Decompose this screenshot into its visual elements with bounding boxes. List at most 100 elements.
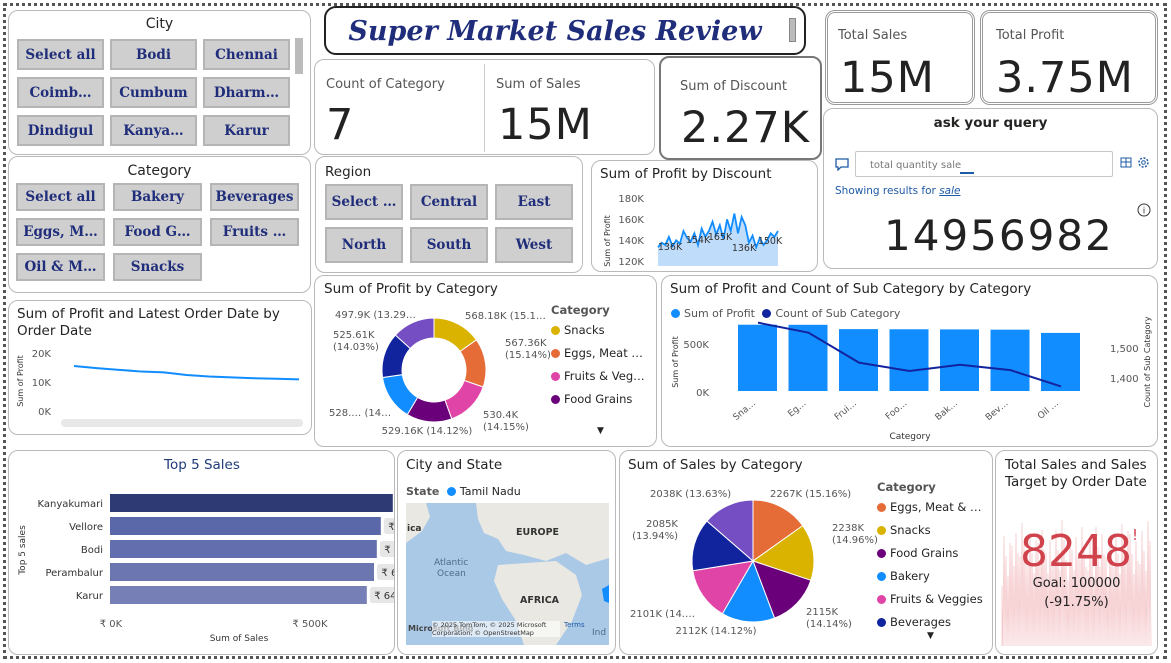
city-option[interactable]: Coimb… bbox=[17, 77, 104, 108]
y-tick-label: 10K bbox=[32, 378, 52, 389]
table-icon[interactable] bbox=[1120, 157, 1133, 169]
region-option[interactable]: Central bbox=[410, 184, 488, 220]
sales-by-category-legend-title: Category bbox=[877, 480, 936, 494]
x-tick-label: Oil … bbox=[1036, 399, 1061, 422]
city-option[interactable]: Kanya… bbox=[110, 115, 197, 146]
profit-category-data-label: (15.14%) bbox=[505, 350, 551, 361]
sales-bar bbox=[110, 494, 393, 512]
city-option[interactable]: Select all bbox=[17, 39, 104, 70]
profit-subcategory-visual: Sum of Profit and Count of Sub Category … bbox=[661, 275, 1158, 447]
category-option[interactable]: Eggs, M… bbox=[16, 218, 105, 246]
count-of-category-label: Count of Category bbox=[326, 77, 445, 92]
top5-sales-chart: Kanyakumari₹ 707KVellore₹ 677KBodi₹ 667K… bbox=[18, 494, 395, 644]
profit-category-legend-item[interactable]: Food Grains bbox=[551, 392, 632, 406]
city-option[interactable]: Bodi bbox=[110, 39, 197, 70]
category-slicer: Category Select all Bakery Beverages Eggs, … bbox=[8, 156, 311, 293]
sales-category-data-label: 2238K bbox=[832, 523, 864, 534]
data-label: ₹ 667K bbox=[384, 545, 395, 556]
x-tick-label: Eg… bbox=[786, 399, 808, 420]
map-label-ocean: Ocean bbox=[437, 569, 466, 579]
data-label: 165K bbox=[708, 232, 733, 243]
profit-category-legend-item[interactable]: Eggs, Meat … bbox=[551, 346, 643, 360]
region-option[interactable]: Select … bbox=[325, 184, 403, 220]
y-tick-label: 500K bbox=[683, 340, 709, 351]
region-option[interactable]: West bbox=[495, 227, 573, 263]
profit-bar bbox=[889, 329, 929, 391]
y-tick-label: Kanyakumari bbox=[38, 499, 103, 510]
category-option[interactable]: Select all bbox=[16, 183, 105, 211]
map-legend-label: State bbox=[406, 485, 440, 498]
profit-subcategory-chart: 500K 0K 1,500 1,400 Sum of Profit Count of Su… bbox=[671, 316, 1152, 442]
sales-category-legend-item[interactable]: Bakery bbox=[877, 569, 930, 583]
region-option[interactable]: North bbox=[325, 227, 403, 263]
sales-category-legend-item[interactable]: Snacks bbox=[877, 523, 931, 537]
category-option[interactable]: Snacks bbox=[113, 253, 202, 281]
sales-category-data-label: (13.94%) bbox=[632, 531, 678, 542]
profit-category-data-label: 497.9K (13.29… bbox=[335, 310, 416, 321]
sales-category-legend-item[interactable]: Fruits & Veggies bbox=[877, 592, 983, 606]
data-label: 150K bbox=[758, 236, 783, 247]
sales-category-data-label: 2267K (15.16%) bbox=[770, 489, 851, 500]
region-option[interactable]: South bbox=[410, 227, 488, 263]
profit-category-data-label: 525.61K bbox=[333, 330, 375, 341]
showing-results-term[interactable]: sale bbox=[939, 185, 960, 197]
chat-icon[interactable] bbox=[835, 158, 849, 171]
x-tick-label: Bak… bbox=[934, 399, 960, 423]
map-label-america: ica bbox=[407, 524, 422, 534]
y-axis-label: Sum of Profit bbox=[671, 336, 680, 388]
city-state-map-visual: City and State State Tamil Nadu ica EURO… bbox=[397, 450, 616, 655]
category-option[interactable]: Bakery bbox=[113, 183, 202, 211]
gear-icon[interactable] bbox=[1137, 156, 1150, 169]
city-option[interactable]: Karur bbox=[203, 115, 290, 146]
sales-category-legend-item[interactable]: Eggs, Meat & … bbox=[877, 500, 982, 514]
map-title: City and State bbox=[406, 457, 503, 473]
report-title: Super Market Sales Review bbox=[348, 16, 762, 47]
map-terms-link[interactable]: Terms bbox=[564, 621, 585, 629]
card-divider bbox=[484, 64, 485, 152]
slice-2 bbox=[444, 379, 484, 420]
query-input[interactable]: total quantity sale bbox=[855, 151, 1113, 177]
city-scrollbar[interactable] bbox=[295, 38, 303, 74]
data-label: 136K bbox=[658, 242, 683, 253]
city-option[interactable]: Dharm… bbox=[203, 77, 290, 108]
title-scrollbar[interactable] bbox=[789, 18, 796, 42]
sum-of-discount-value: 2.27K bbox=[681, 103, 810, 153]
query-input-text: total quantity sale bbox=[870, 160, 962, 171]
y2-tick-label: 1,400 bbox=[1110, 374, 1139, 385]
sales-category-data-label: 2101K (14.… bbox=[630, 609, 695, 620]
category-option[interactable]: Beverages bbox=[210, 183, 299, 211]
sales-target-pct: (-91.75%) bbox=[1044, 595, 1109, 610]
sales-category-data-label: 2112K (14.12%) bbox=[675, 626, 756, 637]
map-legend-item: Tamil Nadu bbox=[459, 485, 521, 498]
y-axis-label: Sum of Profit bbox=[16, 355, 25, 407]
city-option[interactable]: Chennai bbox=[203, 39, 290, 70]
region-slicer-title: Region bbox=[325, 164, 372, 180]
showing-results: Showing results for sale bbox=[835, 185, 961, 197]
x-tick-label: Sna… bbox=[732, 399, 758, 423]
legend-more-icon[interactable]: ▼ bbox=[597, 426, 604, 436]
order-date-scrollbar[interactable] bbox=[61, 419, 303, 427]
city-option[interactable]: Dindigul bbox=[17, 115, 104, 146]
x-axis-label: Category bbox=[889, 432, 931, 442]
region-option[interactable]: East bbox=[495, 184, 573, 220]
y-tick-label: Bodi bbox=[81, 545, 103, 556]
profit-category-legend-item[interactable]: Fruits & Veg… bbox=[551, 369, 645, 383]
query-underline bbox=[960, 172, 974, 174]
sales-category-data-label: (14.14%) bbox=[806, 619, 852, 630]
sales-category-legend-item[interactable]: Food Grains bbox=[877, 546, 958, 560]
category-option[interactable]: Fruits … bbox=[210, 218, 299, 246]
profit-category-data-label: 528.… (14… bbox=[329, 408, 391, 419]
profit-category-data-label: 529.16K (14.12%) bbox=[382, 426, 473, 437]
map-label-indian-ocean: Ind bbox=[592, 628, 606, 638]
city-option[interactable]: Cumbum bbox=[110, 77, 197, 108]
region-slicer: Region Select … Central East North South West bbox=[315, 156, 583, 273]
map-label-atlantic: Atlantic bbox=[434, 558, 468, 568]
category-option[interactable]: Food G… bbox=[113, 218, 202, 246]
info-icon[interactable]: i bbox=[1137, 203, 1151, 217]
sales-category-legend-item[interactable]: Beverages bbox=[877, 615, 951, 629]
legend-swatch bbox=[446, 487, 456, 496]
legend-more-icon[interactable]: ▼ bbox=[927, 631, 934, 641]
profit-category-legend-item[interactable]: Snacks bbox=[551, 323, 605, 337]
category-option[interactable]: Oil & M… bbox=[16, 253, 105, 281]
map-label-africa: AFRICA bbox=[520, 595, 560, 606]
